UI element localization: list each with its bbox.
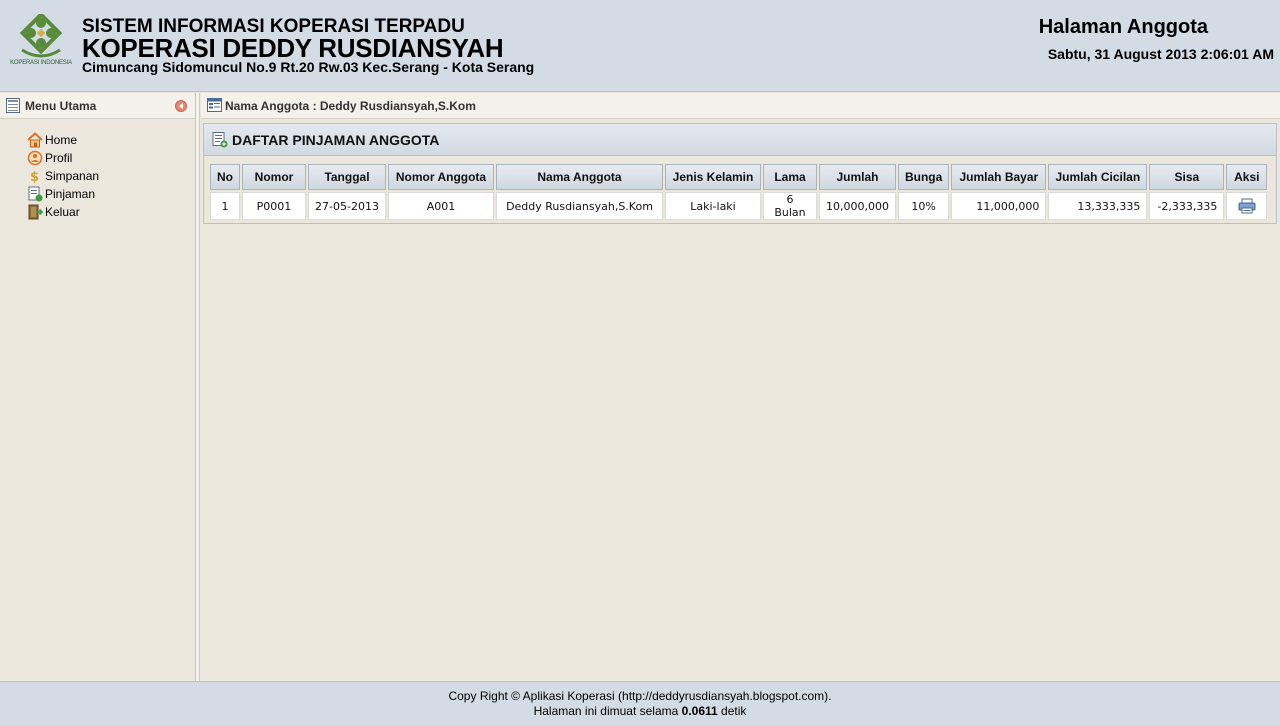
copyright-text: Copy Right © Aplikasi Koperasi (http://d… [448, 689, 832, 703]
content-header: Nama Anggota : Deddy Rusdiansyah,S.Kom [201, 93, 1280, 119]
home-icon [27, 132, 43, 148]
collapse-sidebar-button[interactable] [175, 100, 187, 112]
cell-nomor: P0001 [242, 192, 306, 220]
cell-jumlah-cicilan: 13,333,335 [1048, 192, 1148, 220]
cell-nomor-anggota: A001 [388, 192, 494, 220]
panel-title: DAFTAR PINJAMAN ANGGOTA [232, 132, 440, 148]
sidebar-title: Menu Utama [25, 99, 97, 113]
column-header-lama[interactable]: Lama [763, 164, 817, 190]
column-header-nomor-anggota[interactable]: Nomor Anggota [388, 164, 494, 190]
column-header-nama-anggota[interactable]: Nama Anggota [496, 164, 663, 190]
menu-item-pinjaman[interactable]: Pinjaman [27, 185, 99, 203]
menu-item-label: Pinjaman [45, 187, 96, 201]
load-time-value: 0.0611 [681, 704, 718, 718]
menu-list-icon [6, 98, 20, 113]
menu-item-label: Profil [45, 151, 73, 165]
svg-text:$: $ [30, 170, 39, 184]
sidebar-divider[interactable] [196, 93, 200, 681]
cell-tanggal: 27-05-2013 [308, 192, 386, 220]
column-header-jumlah-bayar[interactable]: Jumlah Bayar [951, 164, 1047, 190]
cell-jenis-kelamin: Laki-laki [665, 192, 761, 220]
logo-caption: KOPERASI INDONESIA [10, 60, 72, 66]
organization-address: Cimuncang Sidomuncul No.9 Rt.20 Rw.03 Ke… [82, 59, 535, 75]
table-header-row: No Nomor Tanggal Nomor Anggota Nama Angg… [210, 164, 1268, 190]
menu-item-profil[interactable]: Profil [27, 149, 99, 167]
column-header-jenis-kelamin[interactable]: Jenis Kelamin [665, 164, 761, 190]
load-time-prefix: Halaman ini dimuat selama [533, 704, 679, 718]
exit-icon [28, 204, 43, 220]
print-icon[interactable] [1238, 198, 1256, 214]
cell-sisa: -2,333,335 [1149, 192, 1225, 220]
column-header-tanggal[interactable]: Tanggal [308, 164, 386, 190]
sidebar-header: Menu Utama [0, 93, 195, 119]
column-header-jumlah-cicilan[interactable]: Jumlah Cicilan [1048, 164, 1148, 190]
load-time-text: Halaman ini dimuat selama 0.0611 detik [0, 704, 1280, 718]
page-title: Halaman Anggota [1038, 16, 1208, 38]
column-header-sisa[interactable]: Sisa [1149, 164, 1225, 190]
loan-list-panel: DAFTAR PINJAMAN ANGGOTA No Nomor Tanggal… [203, 123, 1277, 224]
load-time-suffix: detik [721, 704, 747, 718]
cell-jumlah: 10,000,000 [819, 192, 896, 220]
menu-item-label: Home [45, 133, 78, 147]
panel-header: DAFTAR PINJAMAN ANGGOTA [204, 124, 1276, 156]
column-header-bunga[interactable]: Bunga [897, 164, 950, 190]
loan-table: No Nomor Tanggal Nomor Anggota Nama Angg… [208, 162, 1269, 222]
cell-nama-anggota: Deddy Rusdiansyah,S.Kom [496, 192, 663, 220]
member-card-icon [207, 98, 222, 112]
cell-aksi [1226, 192, 1268, 220]
main-menu: Home Profil $ Simpanan Pinjaman Keluar [27, 131, 99, 221]
column-header-jumlah[interactable]: Jumlah [819, 164, 896, 190]
menu-item-simpanan[interactable]: $ Simpanan [27, 167, 99, 185]
column-header-nomor[interactable]: Nomor [242, 164, 306, 190]
menu-item-keluar[interactable]: Keluar [27, 203, 99, 221]
member-name-title: Nama Anggota : Deddy Rusdiansyah,S.Kom [225, 99, 476, 113]
cell-lama: 6 Bulan [763, 192, 817, 220]
menu-item-label: Simpanan [45, 169, 100, 183]
document-icon [28, 186, 43, 202]
money-icon: $ [30, 170, 39, 184]
cell-no: 1 [210, 192, 240, 220]
page-footer: Copy Right © Aplikasi Koperasi (http://d… [0, 681, 1280, 726]
column-header-aksi: Aksi [1226, 164, 1268, 190]
table-row: 1 P0001 27-05-2013 A001 Deddy Rusdiansya… [210, 192, 1268, 220]
profile-icon [27, 150, 43, 166]
page-header: KOPERASI INDONESIA SISTEM INFORMASI KOPE… [0, 0, 1280, 92]
menu-item-home[interactable]: Home [27, 131, 99, 149]
sidebar: Menu Utama Home Profil $ Simpanan Pinjam… [0, 93, 196, 681]
loan-list-icon [212, 132, 228, 148]
current-datetime: Sabtu, 31 August 2013 2:06:01 AM [1047, 46, 1274, 62]
cell-jumlah-bayar: 11,000,000 [951, 192, 1047, 220]
cell-bunga: 10% [897, 192, 950, 220]
menu-item-label: Keluar [45, 205, 80, 219]
column-header-no[interactable]: No [210, 164, 240, 190]
